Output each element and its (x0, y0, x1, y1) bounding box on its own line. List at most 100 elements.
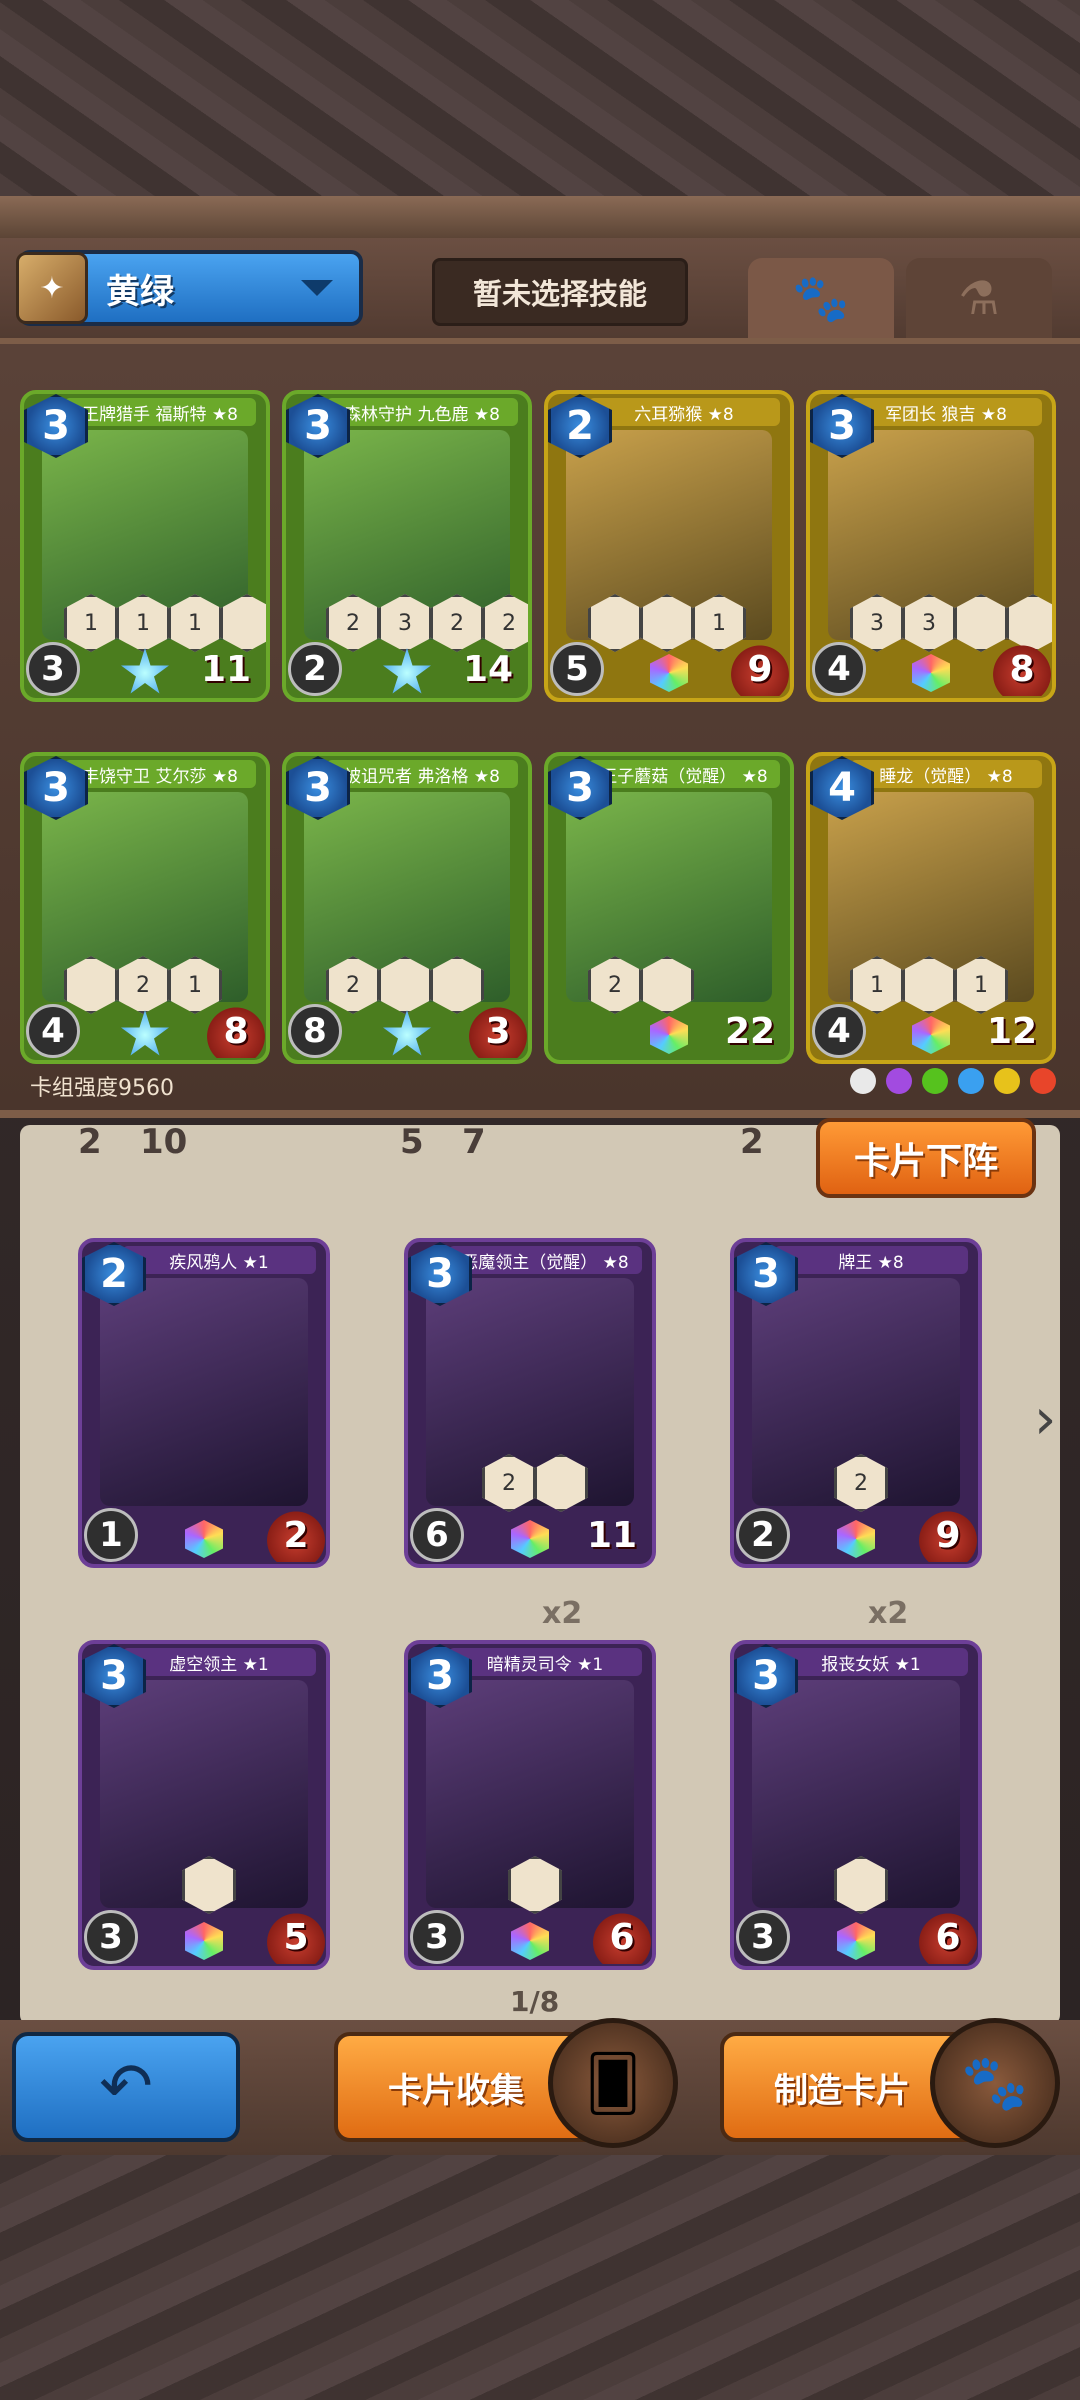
card-attack: 3 (410, 1910, 464, 1964)
gem-icon (185, 1922, 223, 1960)
remove-card-label: 卡片下阵 (853, 1141, 998, 1182)
card-attack: 3 (736, 1910, 790, 1964)
deck-card[interactable]: 军团长 狼吉 ★8 3 3 3 4 8 (806, 390, 1056, 702)
star-icon (121, 1010, 169, 1056)
star-icon (383, 1010, 431, 1056)
deck-card[interactable]: 王子蘑菇（觉醒） ★8 3 2 22 (544, 752, 794, 1064)
star-icon (383, 648, 431, 694)
card-title: 牌王 ★8 (774, 1246, 968, 1274)
card-attack: 6 (410, 1508, 464, 1562)
partial-card-value: 7 (462, 1122, 486, 1162)
paw-icon: 🐾 (792, 270, 850, 325)
card-attack: 8 (288, 1004, 342, 1058)
gem-icon (837, 1520, 875, 1558)
card-title: 王牌猎手 福斯特 ★8 (64, 398, 256, 426)
faction-icon (958, 1068, 984, 1094)
card-health: 8 (206, 1004, 266, 1058)
card-title: 军团长 狼吉 ★8 (850, 398, 1042, 426)
craft-card-label: 制造卡片 (774, 2070, 910, 2111)
potion-icon: ⚗ (958, 271, 1000, 325)
card-title: 疾风鸦人 ★1 (122, 1246, 316, 1274)
back-button[interactable]: ↶ (12, 2032, 240, 2142)
card-health: 11 (200, 648, 252, 690)
card-health: 6 (592, 1910, 652, 1964)
card-attack: 3 (26, 642, 80, 696)
card-title: 森林守护 九色鹿 ★8 (326, 398, 518, 426)
card-title: 报丧女妖 ★1 (774, 1648, 968, 1676)
card-health: 22 (724, 1010, 776, 1052)
card-collect-label: 卡片收集 (388, 2070, 524, 2111)
skill-selector[interactable]: 暂未选择技能 (432, 258, 688, 326)
card-health: 9 (730, 642, 790, 696)
deck-card[interactable]: 森林守护 九色鹿 ★8 3 2 3 2 2 2 14 (282, 390, 532, 702)
remove-card-button[interactable]: 卡片下阵 (816, 1118, 1036, 1198)
deck-card[interactable]: 睡龙（觉醒） ★8 4 1 1 4 12 (806, 752, 1056, 1064)
skill-label: 暂未选择技能 (472, 277, 647, 311)
tab-potions[interactable]: ⚗ (906, 258, 1052, 338)
card-art (100, 1278, 308, 1506)
deck-card[interactable]: 被诅咒者 弗洛格 ★8 3 2 8 3 (282, 752, 532, 1064)
card-pack-icon[interactable]: 🂠 (548, 2018, 678, 2148)
deck-card[interactable]: 王牌猎手 福斯特 ★8 3 1 1 1 3 11 (20, 390, 270, 702)
collection-card[interactable]: 暗精灵司令 ★1 3 3 6 (404, 1640, 656, 1970)
paw-jar-icon[interactable]: 🐾 (930, 2018, 1060, 2148)
card-health: 14 (462, 648, 514, 690)
chevron-down-icon (301, 280, 333, 296)
collection-card[interactable]: 恶魔领主（觉醒） ★8 3 2 6 11 (404, 1238, 656, 1568)
back-arrow-icon: ↶ (99, 2050, 153, 2124)
gem-icon (185, 1520, 223, 1558)
card-count: x2 (868, 1596, 909, 1631)
card-title: 王子蘑菇（觉醒） ★8 (588, 760, 780, 788)
card-health: 6 (918, 1910, 978, 1964)
card-title: 暗精灵司令 ★1 (448, 1648, 642, 1676)
card-health: 3 (468, 1004, 528, 1058)
wood-background-bottom (0, 2150, 1080, 2400)
card-attack: 4 (812, 1004, 866, 1058)
gem-icon (511, 1922, 549, 1960)
wood-background-top (0, 0, 1080, 200)
collection-card[interactable]: 牌王 ★8 3 2 2 9 (730, 1238, 982, 1568)
partial-card-value: 2 (78, 1122, 102, 1162)
card-health: 11 (586, 1514, 638, 1556)
star-icon (121, 648, 169, 694)
gem-icon (912, 1016, 950, 1054)
gem-icon (650, 1016, 688, 1054)
card-title: 六耳猕猴 ★8 (588, 398, 780, 426)
card-title: 丰饶守卫 艾尔莎 ★8 (64, 760, 256, 788)
card-health: 2 (266, 1508, 326, 1562)
faction-icon (850, 1068, 876, 1094)
gem-icon (650, 654, 688, 692)
card-attack: 1 (84, 1508, 138, 1562)
tab-creatures[interactable]: 🐾 (748, 258, 894, 338)
card-title: 虚空领主 ★1 (122, 1648, 316, 1676)
card-attack: 4 (26, 1004, 80, 1058)
card-attack: 3 (84, 1910, 138, 1964)
partial-card-value: 5 (400, 1122, 424, 1162)
card-count: x2 (542, 1596, 583, 1631)
deck-card[interactable]: 六耳猕猴 ★8 2 1 5 9 (544, 390, 794, 702)
gem-icon (837, 1922, 875, 1960)
deck-power: 卡组强度9560 (30, 1076, 174, 1101)
card-title: 被诅咒者 弗洛格 ★8 (326, 760, 518, 788)
page-indicator: 1/8 (510, 1985, 560, 2018)
gem-icon (511, 1520, 549, 1558)
card-title: 睡龙（觉醒） ★8 (850, 760, 1042, 788)
card-health: 9 (918, 1508, 978, 1562)
faction-icon (922, 1068, 948, 1094)
card-attack: 2 (736, 1508, 790, 1562)
faction-icons (850, 1068, 1056, 1094)
collection-card[interactable]: 疾风鸦人 ★1 2 1 2 (78, 1238, 330, 1568)
faction-icon (994, 1068, 1020, 1094)
top-rail (0, 196, 1080, 238)
deck-card[interactable]: 丰饶守卫 艾尔莎 ★8 3 2 1 4 8 (20, 752, 270, 1064)
gem-icon (912, 654, 950, 692)
collection-card[interactable]: 报丧女妖 ★1 3 3 6 (730, 1640, 982, 1970)
card-health: 12 (986, 1010, 1038, 1052)
partial-card-value: 10 (140, 1122, 188, 1162)
card-health: 8 (992, 642, 1052, 696)
faction-icon (1030, 1068, 1056, 1094)
next-page-arrow-icon[interactable]: › (1034, 1390, 1070, 1450)
card-attack: 5 (550, 642, 604, 696)
deck-selector[interactable]: ✦ 黄绿 (16, 250, 363, 326)
collection-card[interactable]: 虚空领主 ★1 3 3 5 (78, 1640, 330, 1970)
